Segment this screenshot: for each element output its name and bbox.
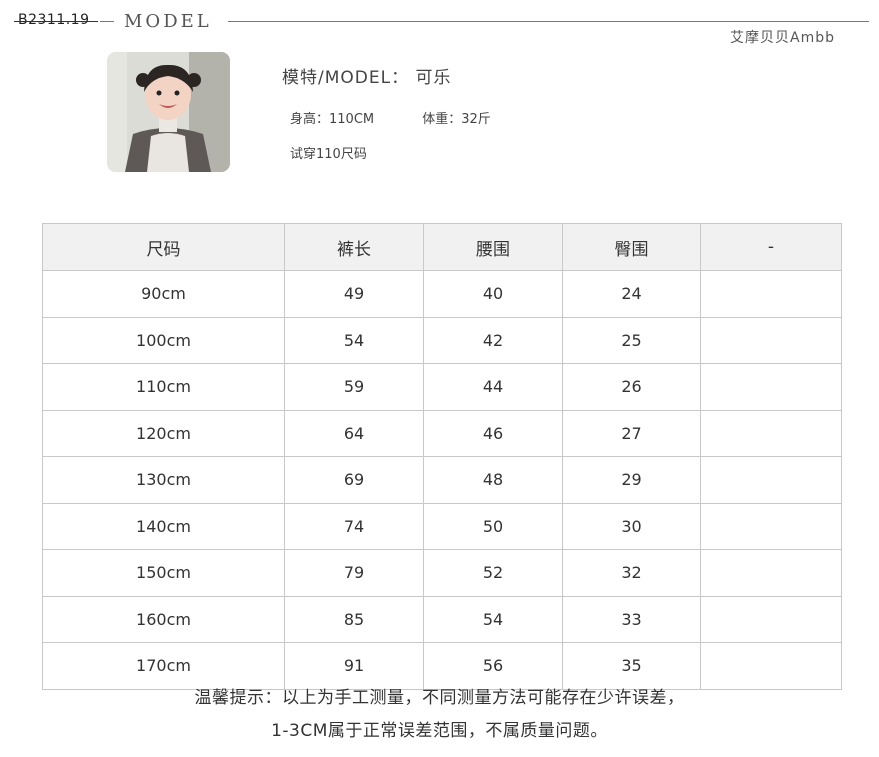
table-row: 130cm 69 48 29 — [42, 456, 842, 504]
cell-size: 140cm — [42, 502, 285, 550]
cell-hip: 27 — [562, 409, 701, 457]
cell-extra — [700, 363, 842, 411]
table-row: 150cm 79 52 32 — [42, 549, 842, 597]
cell-size: 120cm — [42, 409, 285, 457]
cell-extra — [700, 270, 842, 318]
cell-extra — [700, 502, 842, 550]
cell-pants-length: 49 — [284, 270, 424, 318]
measurement-note-line-1: 温馨提示：以上为手工测量，不同测量方法可能存在少许误差， — [194, 688, 685, 708]
cell-pants-length: 59 — [284, 363, 424, 411]
header-divider-left — [100, 21, 114, 22]
size-table: 尺码 裤长 腰围 臀围 - 90cm 49 40 24 100cm 54 42 … — [42, 223, 842, 690]
cell-pants-length: 54 — [284, 316, 424, 364]
cell-hip: 30 — [562, 502, 701, 550]
cell-extra — [700, 409, 842, 457]
cell-waist: 44 — [423, 363, 563, 411]
table-row: 120cm 64 46 27 — [42, 409, 842, 457]
cell-size: 100cm — [42, 316, 285, 364]
header-divider-right — [228, 21, 869, 22]
cell-extra — [700, 595, 842, 643]
table-row: 140cm 74 50 30 — [42, 502, 842, 550]
cell-waist: 54 — [423, 595, 563, 643]
cell-hip: 25 — [562, 316, 701, 364]
section-title: MODEL — [124, 11, 212, 32]
cell-size: 160cm — [42, 595, 285, 643]
header-waist: 腰围 — [423, 223, 563, 271]
cell-size: 110cm — [42, 363, 285, 411]
header-size: 尺码 — [42, 223, 285, 271]
table-row: 160cm 85 54 33 — [42, 595, 842, 643]
header-pants-length: 裤长 — [284, 223, 424, 271]
cell-hip: 33 — [562, 595, 701, 643]
brand-name: 艾摩贝贝Ambb — [730, 30, 835, 46]
cell-waist: 52 — [423, 549, 563, 597]
size-table-header-row: 尺码 裤长 腰围 臀围 - — [42, 223, 842, 271]
measurement-note-line-2: 1-3CM属于正常误差范围，不属质量问题。 — [271, 721, 608, 741]
table-row: 90cm 49 40 24 — [42, 270, 842, 318]
model-weight: 体重：32斤 — [422, 112, 491, 127]
cell-hip: 26 — [562, 363, 701, 411]
product-code-strike-line — [14, 21, 98, 22]
cell-pants-length: 69 — [284, 456, 424, 504]
cell-pants-length: 79 — [284, 549, 424, 597]
table-row: 110cm 59 44 26 — [42, 363, 842, 411]
model-name: 模特/MODEL： 可乐 — [282, 68, 452, 88]
cell-waist: 42 — [423, 316, 563, 364]
cell-size: 150cm — [42, 549, 285, 597]
cell-waist: 40 — [423, 270, 563, 318]
cell-waist: 50 — [423, 502, 563, 550]
model-photo-illustration — [107, 52, 230, 172]
cell-hip: 29 — [562, 456, 701, 504]
cell-pants-length: 74 — [284, 502, 424, 550]
cell-size: 130cm — [42, 456, 285, 504]
model-photo — [107, 52, 230, 172]
product-code: B2311.19 — [18, 12, 90, 28]
model-stats: 身高：110CM 体重：32斤 — [290, 108, 535, 127]
cell-hip: 32 — [562, 549, 701, 597]
cell-extra — [700, 316, 842, 364]
cell-extra — [700, 456, 842, 504]
cell-pants-length: 85 — [284, 595, 424, 643]
cell-pants-length: 64 — [284, 409, 424, 457]
model-height: 身高：110CM — [290, 112, 375, 127]
cell-size: 90cm — [42, 270, 285, 318]
header-extra: - — [700, 223, 842, 271]
cell-waist: 46 — [423, 409, 563, 457]
cell-extra — [700, 549, 842, 597]
model-trial-size: 试穿110尺码 — [290, 147, 367, 162]
cell-waist: 48 — [423, 456, 563, 504]
table-row: 100cm 54 42 25 — [42, 316, 842, 364]
cell-hip: 24 — [562, 270, 701, 318]
header-hip: 臀围 — [562, 223, 701, 271]
